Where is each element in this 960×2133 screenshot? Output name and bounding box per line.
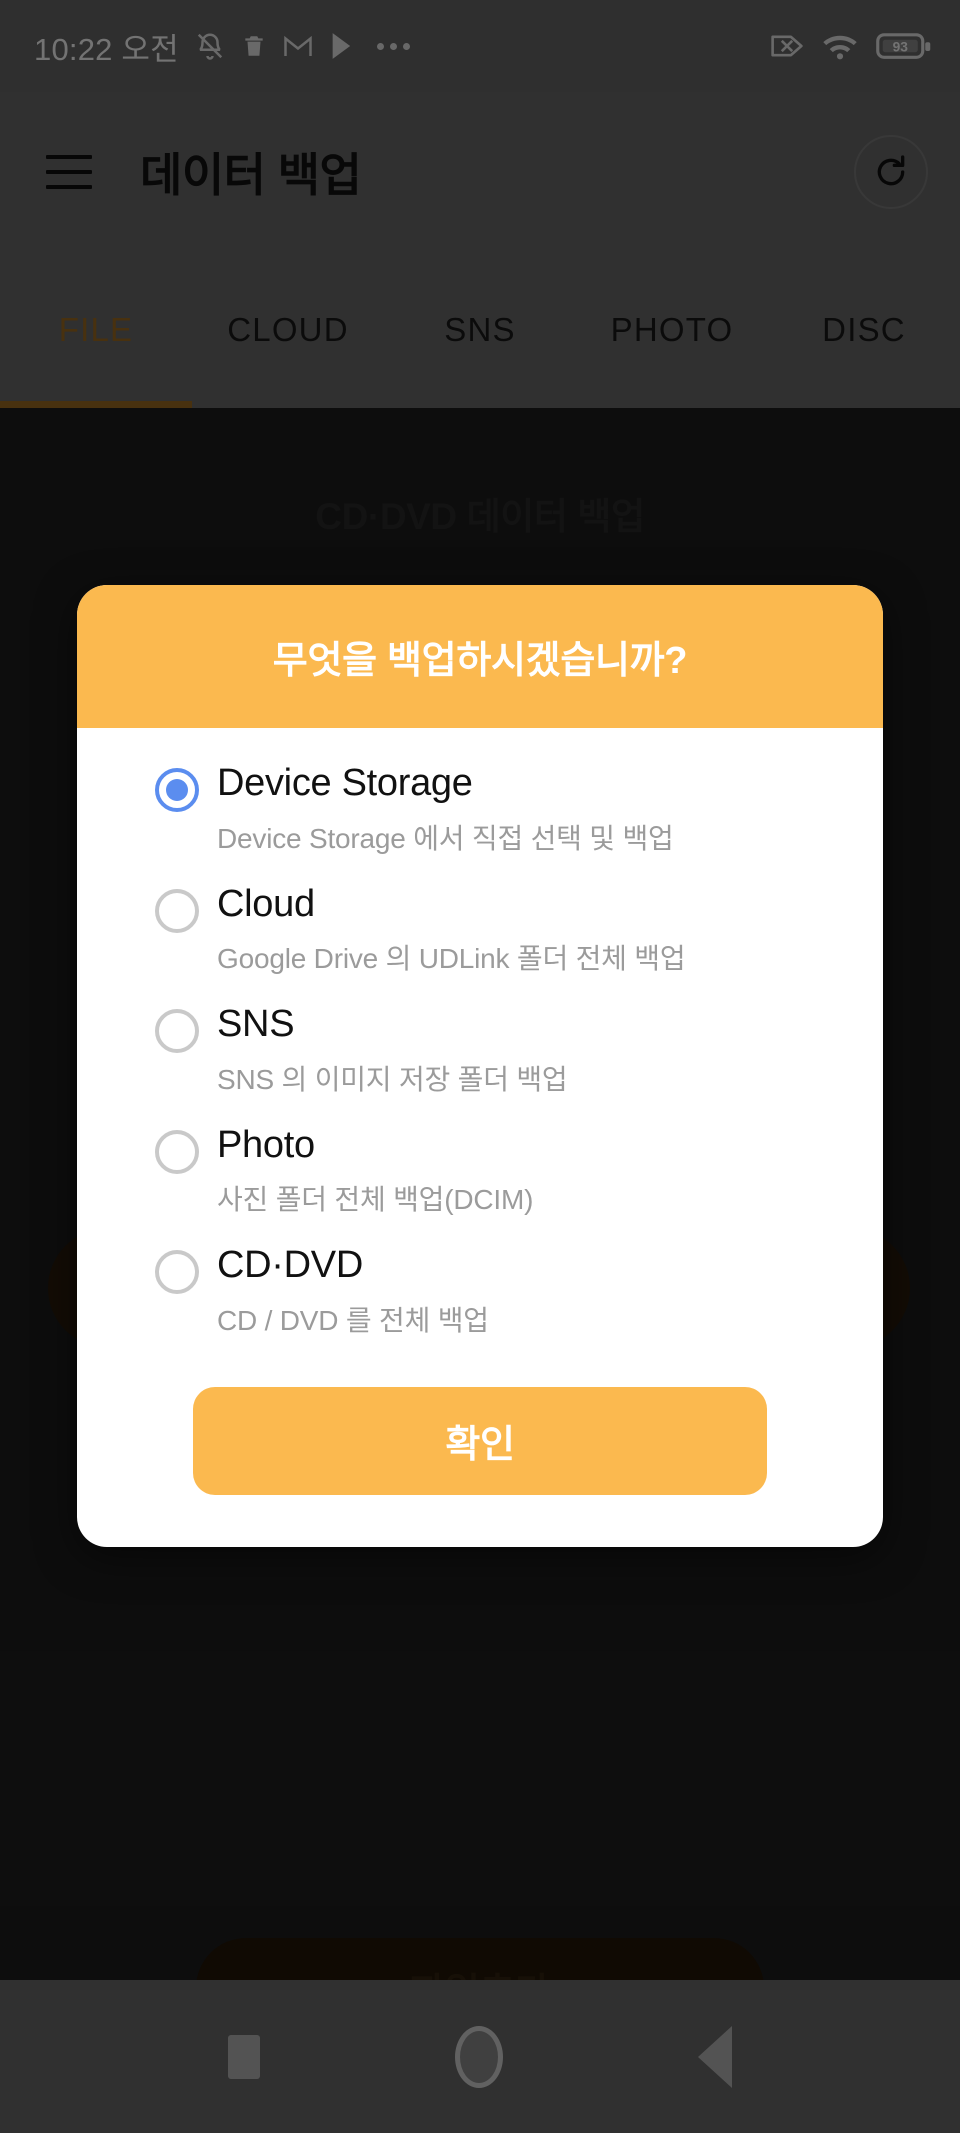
option-texts: Device Storage Device Storage 에서 직접 선택 및… (217, 762, 674, 857)
option-device-storage[interactable]: Device Storage Device Storage 에서 직접 선택 및… (77, 762, 883, 857)
option-subtitle: Device Storage 에서 직접 선택 및 백업 (217, 822, 674, 854)
dialog-header: 무엇을 백업하시겠습니까? (77, 585, 883, 728)
option-title: CD·DVD (217, 1244, 363, 1287)
dialog-title: 무엇을 백업하시겠습니까? (272, 640, 688, 682)
dialog-body: Device Storage Device Storage 에서 직접 선택 및… (77, 728, 883, 1547)
option-texts: Cloud Google Drive 의 UDLink 폴더 전체 백업 (217, 882, 686, 978)
radio-button-device-storage[interactable] (155, 768, 199, 812)
option-subtitle: Google Drive 의 UDLink 폴더 전체 백업 (217, 943, 686, 975)
option-title: Device Storage (217, 762, 473, 804)
option-texts: SNS SNS 의 이미지 저장 폴더 백업 (217, 1003, 568, 1098)
option-sns[interactable]: SNS SNS 의 이미지 저장 폴더 백업 (77, 1003, 883, 1098)
option-texts: CD·DVD CD / DVD 를 전체 백업 (217, 1244, 489, 1339)
radio-button-photo[interactable] (155, 1129, 199, 1174)
dialog-actions: 확인 (77, 1339, 883, 1547)
radio-button-cd-dvd[interactable] (155, 1250, 199, 1295)
option-title: Photo (217, 1123, 315, 1166)
radio-button-cloud[interactable] (155, 888, 199, 933)
option-cloud[interactable]: Cloud Google Drive 의 UDLink 폴더 전체 백업 (77, 883, 883, 978)
option-subtitle: SNS 의 이미지 저장 폴더 백업 (217, 1063, 568, 1095)
option-cd-dvd[interactable]: CD·DVD CD / DVD 를 전체 백업 (77, 1244, 883, 1339)
phone-screen: 10:22 오전 (0, 0, 960, 2133)
option-photo[interactable]: Photo 사진 폴더 전체 백업(DCIM) (77, 1124, 883, 1219)
confirm-button[interactable]: 확인 (193, 1386, 767, 1495)
radio-button-sns[interactable] (155, 1009, 199, 1054)
option-title: Cloud (217, 882, 315, 925)
option-title: SNS (217, 1003, 295, 1046)
option-subtitle: 사진 폴더 전체 백업(DCIM) (217, 1184, 534, 1216)
backup-selection-dialog: 무엇을 백업하시겠습니까? Device Storage Device Stor… (77, 585, 883, 1547)
option-texts: Photo 사진 폴더 전체 백업(DCIM) (217, 1124, 533, 1219)
option-subtitle: CD / DVD 를 전체 백업 (217, 1304, 489, 1336)
